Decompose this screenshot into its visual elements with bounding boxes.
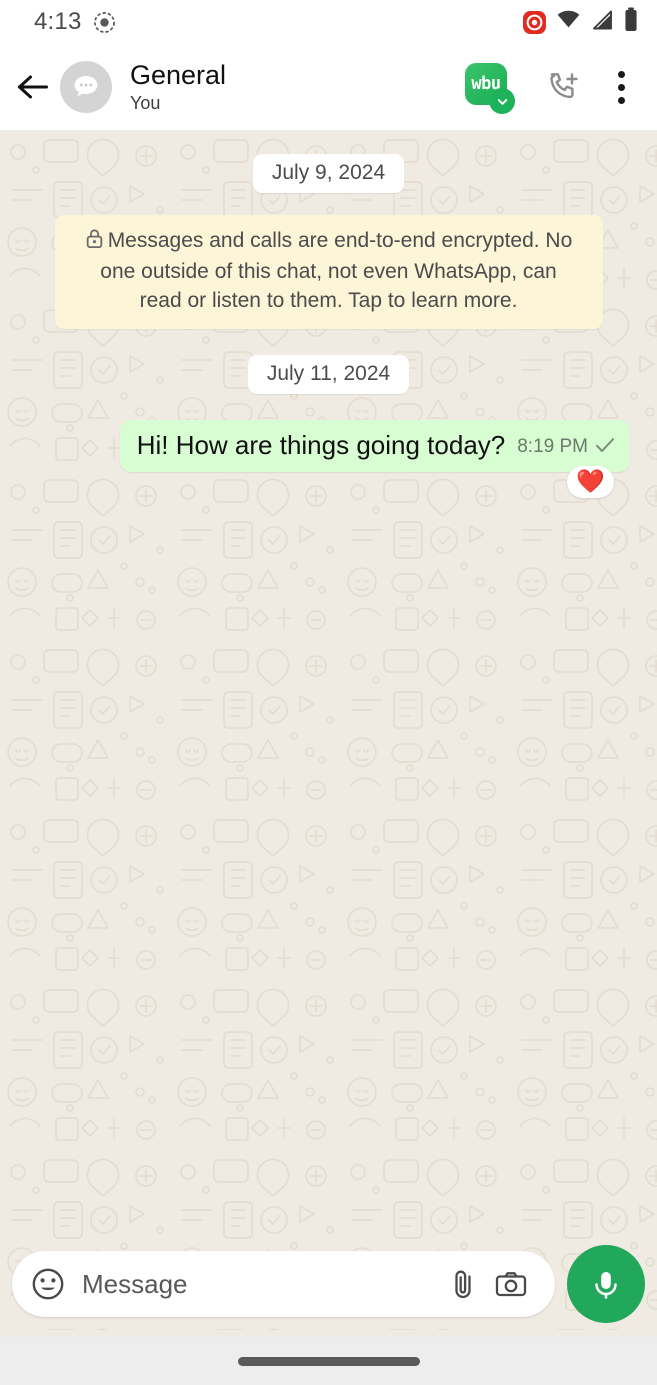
- chat-subtitle: You: [130, 92, 161, 113]
- status-bar: 4:13: [0, 0, 657, 44]
- date-chip: July 11, 2024: [247, 354, 410, 394]
- emoji-smiley-icon: [32, 1268, 64, 1300]
- microphone-icon: [595, 1272, 617, 1299]
- message-row-outgoing: Hi! How are things going today? 8:19 PM …: [27, 419, 630, 498]
- encryption-notice-text: Messages and calls are end-to-end encryp…: [100, 229, 573, 312]
- overflow-menu-button[interactable]: [601, 63, 641, 111]
- group-chat-bubble-icon: [74, 76, 98, 97]
- messages-container: July 9, 2024 Messages and calls are end-…: [27, 150, 630, 498]
- emoji-button[interactable]: [28, 1264, 68, 1304]
- camera-button[interactable]: [487, 1260, 535, 1308]
- date-separator-row-2: July 11, 2024: [27, 354, 630, 394]
- message-input[interactable]: Message: [82, 1269, 439, 1300]
- app-badge-check-icon: [489, 88, 515, 114]
- menu-dot-3: [617, 96, 625, 104]
- composer-bar: Message: [0, 1245, 657, 1337]
- status-bar-clock: 4:13: [34, 8, 82, 35]
- encryption-notice-row: Messages and calls are end-to-end encryp…: [27, 215, 630, 329]
- attach-button[interactable]: [439, 1260, 487, 1308]
- status-bar-left: 4:13: [34, 8, 116, 36]
- chat-header: General You wbu: [0, 44, 657, 130]
- home-gesture-pill[interactable]: [237, 1356, 420, 1366]
- message-reaction-row: ❤️: [567, 465, 614, 498]
- whatsapp-chat-screen: 4:13 General You wbu July 9, 2024 Messag…: [0, 0, 657, 1385]
- back-button[interactable]: [10, 64, 56, 110]
- linked-app-badge-icon[interactable]: wbu: [465, 63, 515, 114]
- camera-icon: [495, 1272, 527, 1297]
- avatar[interactable]: [60, 61, 112, 113]
- chat-title-block[interactable]: General You: [130, 60, 465, 115]
- system-navigation-bar: [0, 1337, 657, 1385]
- add-call-button[interactable]: [539, 63, 587, 111]
- voice-record-button[interactable]: [567, 1245, 645, 1323]
- battery-icon: [623, 7, 639, 37]
- status-bar-right: [522, 7, 639, 37]
- header-actions: wbu: [465, 63, 641, 114]
- message-status-check-icon: [594, 436, 616, 459]
- add-call-icon: [550, 73, 578, 99]
- lock-icon: [85, 228, 104, 258]
- menu-dot-1: [617, 70, 625, 78]
- message-bubble-outgoing[interactable]: Hi! How are things going today? 8:19 PM: [119, 419, 630, 472]
- paperclip-icon: [455, 1270, 471, 1299]
- menu-dot-2: [617, 83, 625, 91]
- message-text: Hi! How are things going today?: [136, 429, 506, 460]
- message-meta: 8:19 PM: [517, 436, 616, 461]
- message-wrapper: Hi! How are things going today? 8:19 PM …: [119, 419, 630, 498]
- reaction-badge[interactable]: ❤️: [567, 465, 614, 498]
- date-separator-row-1: July 9, 2024: [27, 154, 630, 193]
- encryption-notice[interactable]: Messages and calls are end-to-end encryp…: [54, 215, 603, 329]
- message-timestamp: 8:19 PM: [517, 436, 588, 458]
- screen-record-indicator-icon: [93, 11, 116, 34]
- message-list[interactable]: July 9, 2024 Messages and calls are end-…: [0, 130, 657, 1337]
- message-input-pill[interactable]: Message: [12, 1251, 555, 1317]
- wifi-icon: [556, 7, 581, 37]
- date-chip: July 9, 2024: [252, 154, 405, 193]
- cellular-signal-icon: [590, 8, 614, 37]
- page-title: General: [130, 59, 227, 90]
- recording-active-icon: [522, 10, 547, 35]
